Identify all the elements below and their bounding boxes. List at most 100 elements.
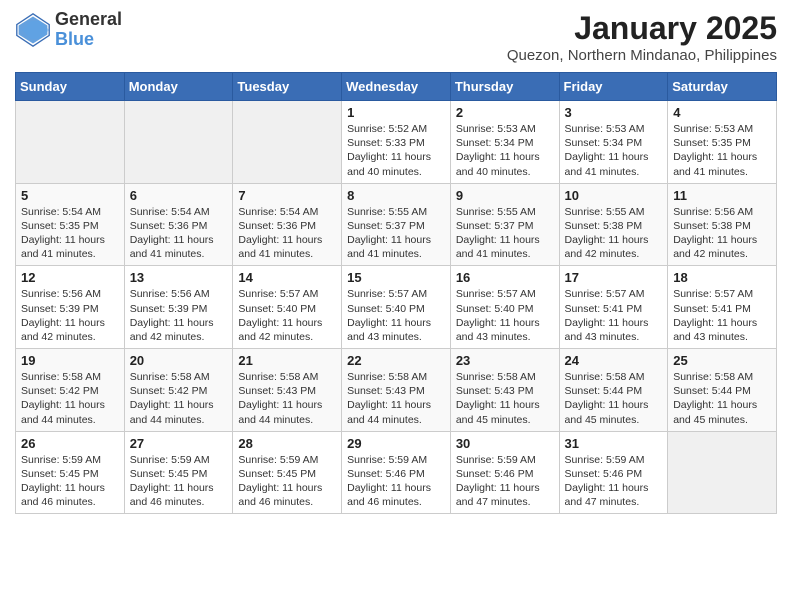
day-info: Sunrise: 5:59 AMSunset: 5:46 PMDaylight:…	[565, 453, 663, 510]
day-info: Sunrise: 5:59 AMSunset: 5:45 PMDaylight:…	[21, 453, 119, 510]
table-row	[124, 101, 233, 184]
day-info: Sunrise: 5:55 AMSunset: 5:38 PMDaylight:…	[565, 205, 663, 262]
title-block: January 2025 Quezon, Northern Mindanao, …	[507, 10, 777, 64]
day-info: Sunrise: 5:54 AMSunset: 5:36 PMDaylight:…	[238, 205, 336, 262]
header-sunday: Sunday	[16, 73, 125, 101]
day-info: Sunrise: 5:59 AMSunset: 5:46 PMDaylight:…	[456, 453, 554, 510]
day-info: Sunrise: 5:58 AMSunset: 5:42 PMDaylight:…	[130, 370, 228, 427]
header-monday: Monday	[124, 73, 233, 101]
table-row: 2Sunrise: 5:53 AMSunset: 5:34 PMDaylight…	[450, 101, 559, 184]
day-info: Sunrise: 5:58 AMSunset: 5:43 PMDaylight:…	[347, 370, 445, 427]
day-info: Sunrise: 5:57 AMSunset: 5:40 PMDaylight:…	[347, 287, 445, 344]
table-row: 13 Sunrise: 5:56 AMSunset: 5:39 PMDayligh…	[124, 266, 233, 349]
table-row: 17Sunrise: 5:57 AMSunset: 5:41 PMDayligh…	[559, 266, 668, 349]
day-info: Sunrise: 5:59 AMSunset: 5:45 PMDaylight:…	[130, 453, 228, 510]
table-row: 15 Sunrise: 5:57 AMSunset: 5:40 PMDayligh…	[342, 266, 451, 349]
table-row: 10 Sunrise: 5:55 AMSunset: 5:38 PMDayligh…	[559, 183, 668, 266]
table-row: 18Sunrise: 5:57 AMSunset: 5:41 PMDayligh…	[668, 266, 777, 349]
table-row: 9 Sunrise: 5:55 AMSunset: 5:37 PMDaylight…	[450, 183, 559, 266]
day-number: 12	[21, 270, 119, 285]
day-number: 20	[130, 353, 228, 368]
table-row: 22 Sunrise: 5:58 AMSunset: 5:43 PMDayligh…	[342, 349, 451, 432]
day-info: Sunrise: 5:56 AMSunset: 5:39 PMDaylight:…	[21, 287, 119, 344]
header-friday: Friday	[559, 73, 668, 101]
table-row: 1 Sunrise: 5:52 AMSunset: 5:33 PMDaylight…	[342, 101, 451, 184]
day-info: Sunrise: 5:53 AMSunset: 5:35 PMDaylight:…	[673, 122, 771, 179]
table-row: 29 Sunrise: 5:59 AMSunset: 5:46 PMDayligh…	[342, 431, 451, 514]
table-row: 21Sunrise: 5:58 AMSunset: 5:43 PMDayligh…	[233, 349, 342, 432]
logo-text: General Blue	[55, 10, 122, 50]
day-number: 10	[565, 188, 663, 203]
table-row: 8Sunrise: 5:55 AMSunset: 5:37 PMDaylight…	[342, 183, 451, 266]
table-row: 19Sunrise: 5:58 AMSunset: 5:42 PMDayligh…	[16, 349, 125, 432]
day-number: 19	[21, 353, 119, 368]
calendar-table: Sunday Monday Tuesday Wednesday Thursday…	[15, 72, 777, 514]
table-row	[668, 431, 777, 514]
table-row: 25 Sunrise: 5:58 AMSunset: 5:44 PMDayligh…	[668, 349, 777, 432]
day-info: Sunrise: 5:56 AMSunset: 5:38 PMDaylight:…	[673, 205, 771, 262]
calendar-week-1: 1 Sunrise: 5:52 AMSunset: 5:33 PMDaylight…	[16, 101, 777, 184]
day-number: 27	[130, 436, 228, 451]
logo-blue-label: Blue	[55, 30, 122, 50]
day-info: Sunrise: 5:58 AMSunset: 5:44 PMDaylight:…	[673, 370, 771, 427]
day-number: 4	[673, 105, 771, 120]
day-info: Sunrise: 5:54 AMSunset: 5:35 PMDaylight:…	[21, 205, 119, 262]
day-number: 5	[21, 188, 119, 203]
day-number: 25	[673, 353, 771, 368]
day-number: 31	[565, 436, 663, 451]
day-info: Sunrise: 5:53 AMSunset: 5:34 PMDaylight:…	[565, 122, 663, 179]
day-info: Sunrise: 5:55 AMSunset: 5:37 PMDaylight:…	[456, 205, 554, 262]
table-row: 5 Sunrise: 5:54 AMSunset: 5:35 PMDaylight…	[16, 183, 125, 266]
day-info: Sunrise: 5:55 AMSunset: 5:37 PMDaylight:…	[347, 205, 445, 262]
day-number: 3	[565, 105, 663, 120]
calendar-week-4: 19 Sunrise: 5:58 AMSunset: 5:42 PMDayligh…	[16, 349, 777, 432]
table-row: 23 Sunrise: 5:58 AMSunset: 5:43 PMDayligh…	[450, 349, 559, 432]
table-row: 20 Sunrise: 5:58 AMSunset: 5:42 PMDayligh…	[124, 349, 233, 432]
table-row: 11 Sunrise: 5:56 AMSunset: 5:38 PMDayligh…	[668, 183, 777, 266]
header-wednesday: Wednesday	[342, 73, 451, 101]
table-row: 4 Sunrise: 5:53 AMSunset: 5:35 PMDaylight…	[668, 101, 777, 184]
day-number: 1	[347, 105, 445, 120]
day-info: Sunrise: 5:54 AMSunset: 5:36 PMDaylight:…	[130, 205, 228, 262]
day-number: 15	[347, 270, 445, 285]
table-row	[16, 101, 125, 184]
header-thursday: Thursday	[450, 73, 559, 101]
calendar-subtitle: Quezon, Northern Mindanao, Philippines	[507, 47, 777, 64]
day-info: Sunrise: 5:56 AMSunset: 5:39 PMDaylight:…	[130, 287, 228, 344]
day-number: 2	[456, 105, 554, 120]
table-row: 16 Sunrise: 5:57 AMSunset: 5:40 PMDayligh…	[450, 266, 559, 349]
day-number: 9	[456, 188, 554, 203]
table-row: 12 Sunrise: 5:56 AMSunset: 5:39 PMDayligh…	[16, 266, 125, 349]
day-number: 23	[456, 353, 554, 368]
table-row	[233, 101, 342, 184]
day-number: 26	[21, 436, 119, 451]
calendar-week-5: 26 Sunrise: 5:59 AMSunset: 5:45 PMDayligh…	[16, 431, 777, 514]
day-number: 30	[456, 436, 554, 451]
day-number: 7	[238, 188, 336, 203]
day-info: Sunrise: 5:58 AMSunset: 5:43 PMDaylight:…	[238, 370, 336, 427]
day-info: Sunrise: 5:59 AMSunset: 5:46 PMDaylight:…	[347, 453, 445, 510]
table-row: 28Sunrise: 5:59 AMSunset: 5:45 PMDayligh…	[233, 431, 342, 514]
day-info: Sunrise: 5:57 AMSunset: 5:41 PMDaylight:…	[673, 287, 771, 344]
day-number: 22	[347, 353, 445, 368]
day-info: Sunrise: 5:52 AMSunset: 5:33 PMDaylight:…	[347, 122, 445, 179]
day-number: 11	[673, 188, 771, 203]
calendar-header-row: Sunday Monday Tuesday Wednesday Thursday…	[16, 73, 777, 101]
logo-icon	[15, 12, 51, 48]
day-info: Sunrise: 5:58 AMSunset: 5:44 PMDaylight:…	[565, 370, 663, 427]
logo-general-label: General	[55, 10, 122, 30]
calendar-title: January 2025	[507, 10, 777, 47]
table-row: 26 Sunrise: 5:59 AMSunset: 5:45 PMDayligh…	[16, 431, 125, 514]
day-info: Sunrise: 5:58 AMSunset: 5:43 PMDaylight:…	[456, 370, 554, 427]
day-info: Sunrise: 5:57 AMSunset: 5:41 PMDaylight:…	[565, 287, 663, 344]
day-info: Sunrise: 5:57 AMSunset: 5:40 PMDaylight:…	[238, 287, 336, 344]
day-number: 13	[130, 270, 228, 285]
day-info: Sunrise: 5:57 AMSunset: 5:40 PMDaylight:…	[456, 287, 554, 344]
logo: General Blue	[15, 10, 122, 50]
table-row: 3 Sunrise: 5:53 AMSunset: 5:34 PMDaylight…	[559, 101, 668, 184]
table-row: 24Sunrise: 5:58 AMSunset: 5:44 PMDayligh…	[559, 349, 668, 432]
day-number: 29	[347, 436, 445, 451]
day-number: 16	[456, 270, 554, 285]
calendar-week-3: 12 Sunrise: 5:56 AMSunset: 5:39 PMDayligh…	[16, 266, 777, 349]
header-tuesday: Tuesday	[233, 73, 342, 101]
